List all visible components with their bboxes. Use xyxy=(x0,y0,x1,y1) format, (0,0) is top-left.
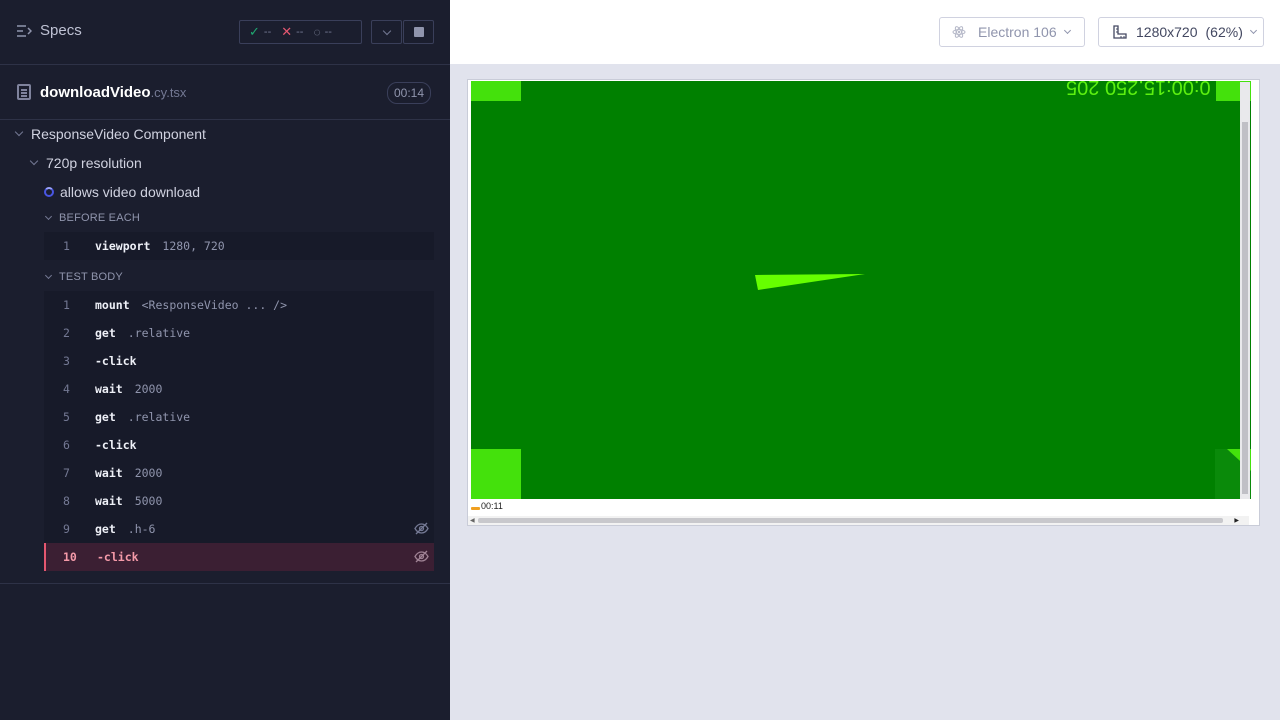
running-spinner-icon xyxy=(44,187,54,197)
stop-button[interactable] xyxy=(403,20,434,44)
subsuite-row[interactable]: 720p resolution xyxy=(29,155,142,171)
aut-iframe[interactable]: 0:00:15.250 205 00:11 ◀ ▶ xyxy=(467,79,1260,526)
test-body-header[interactable]: TEST BODY xyxy=(44,271,123,283)
test-stats: ✓ -- ✕ -- ◌ -- xyxy=(239,20,362,44)
scrollbar-thumb[interactable] xyxy=(1242,122,1248,494)
test-title: allows video download xyxy=(60,184,201,200)
test-body-commands: 1 mount <ResponseVideo ... /> 2 get .relativ… xyxy=(44,291,434,571)
chevron-down-icon xyxy=(44,212,53,220)
spec-duration: 00:14 xyxy=(386,82,431,104)
command-row[interactable]: 9 get .h-6 xyxy=(44,515,434,543)
electron-icon xyxy=(952,26,966,38)
scroll-left-arrow-icon[interactable]: ◀ xyxy=(470,517,475,524)
scrollbar-thumb[interactable] xyxy=(478,518,1223,523)
before-each-header[interactable]: BEFORE EACH xyxy=(44,212,140,224)
rotating-indicator xyxy=(755,274,865,290)
document-icon xyxy=(17,84,31,100)
video-timestamp: 0:00:15.250 205 xyxy=(1066,81,1211,98)
aut-header: Electron 106 1280x720 (62%) xyxy=(450,0,1280,64)
failed-stat: ✕ -- xyxy=(281,24,304,39)
command-row[interactable]: 1 mount <ResponseVideo ... /> xyxy=(44,291,434,319)
suite-row[interactable]: ResponseVideo Component xyxy=(14,126,206,142)
command-row[interactable]: 4 wait 2000 xyxy=(44,375,434,403)
command-row[interactable]: 3 -click xyxy=(44,347,434,375)
command-row-failed[interactable]: 10 -click xyxy=(44,543,434,571)
pending-stat: ◌ -- xyxy=(313,25,332,39)
command-row[interactable]: 2 get .relative xyxy=(44,319,434,347)
chevron-down-icon xyxy=(382,26,391,35)
viewport-scale: (62%) xyxy=(1205,24,1243,40)
viewport-selector[interactable]: 1280x720 (62%) xyxy=(1098,17,1264,47)
subsuite-title: 720p resolution xyxy=(46,155,142,171)
eye-slash-icon[interactable] xyxy=(414,550,429,563)
command-row[interactable]: 6 -click xyxy=(44,431,434,459)
browser-selector[interactable]: Electron 106 xyxy=(939,17,1085,47)
corner-marker-top-left xyxy=(471,81,521,101)
reporter-header: Specs ✓ -- ✕ -- ◌ -- xyxy=(0,0,450,65)
ruler-icon xyxy=(1113,24,1127,39)
chevron-down-icon xyxy=(29,156,39,166)
command-row[interactable]: 1 viewport 1280, 720 xyxy=(44,232,434,260)
horizontal-scrollbar[interactable]: ◀ ▶ xyxy=(468,516,1249,525)
spec-file-name: downloadVideo.cy.tsx xyxy=(40,84,187,101)
video-progress-bar[interactable] xyxy=(471,507,480,510)
stop-icon xyxy=(413,27,424,37)
video-controls: 00:11 xyxy=(471,500,1251,516)
command-row[interactable]: 8 wait 5000 xyxy=(44,487,434,515)
command-row[interactable]: 5 get .relative xyxy=(44,403,434,431)
corner-marker-bottom-left xyxy=(471,449,521,499)
specs-label: Specs xyxy=(40,22,82,39)
video-player[interactable]: 0:00:15.250 205 xyxy=(471,81,1251,499)
pending-icon: ◌ xyxy=(313,25,321,39)
chevron-down-icon xyxy=(1063,26,1071,35)
viewport-size: 1280x720 xyxy=(1136,24,1198,40)
before-each-commands: 1 viewport 1280, 720 xyxy=(44,232,434,260)
test-row[interactable]: allows video download xyxy=(44,184,200,200)
browser-label: Electron 106 xyxy=(978,24,1057,40)
scroll-right-arrow-icon[interactable]: ▶ xyxy=(1234,517,1239,524)
reporter-panel: Specs ✓ -- ✕ -- ◌ -- downloadVideo.cy.tsx 0… xyxy=(0,0,450,720)
command-row[interactable]: 7 wait 2000 xyxy=(44,459,434,487)
eye-slash-icon[interactable] xyxy=(414,522,429,535)
vertical-scrollbar[interactable] xyxy=(1240,82,1250,499)
chevron-down-icon xyxy=(44,271,53,279)
spec-file-row[interactable]: downloadVideo.cy.tsx 00:14 xyxy=(0,65,450,120)
specs-button[interactable]: Specs xyxy=(16,22,82,39)
reporter-divider xyxy=(0,583,450,584)
video-current-time: 00:11 xyxy=(481,501,503,511)
chevron-down-icon xyxy=(1249,26,1257,35)
check-icon: ✓ xyxy=(249,24,260,39)
passed-stat: ✓ -- xyxy=(249,24,272,39)
suite-title: ResponseVideo Component xyxy=(31,126,206,142)
toggle-auto-scroll-button[interactable] xyxy=(371,20,402,44)
specs-list-icon xyxy=(17,24,32,37)
chevron-down-icon xyxy=(14,127,24,137)
x-icon: ✕ xyxy=(281,24,293,39)
